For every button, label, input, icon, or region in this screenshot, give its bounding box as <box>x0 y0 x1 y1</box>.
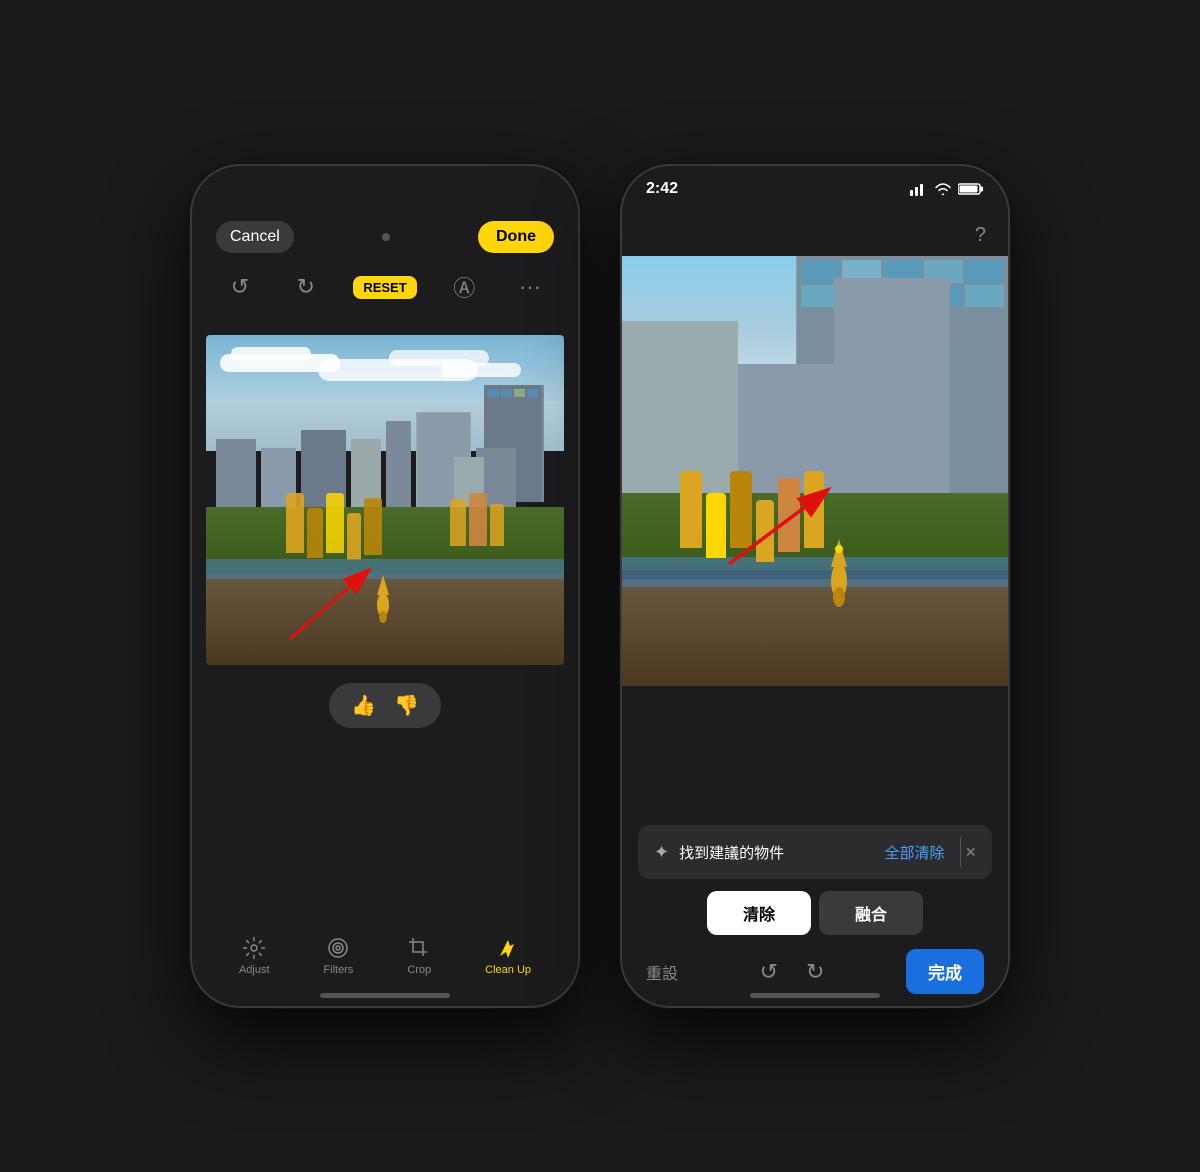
redo-icon[interactable]: ↻ <box>288 269 324 305</box>
phones-container: Cancel Done ↺ ↻ RESET Ⓐ ··· <box>190 164 1010 1008</box>
tool-filters[interactable]: Filters <box>323 936 353 976</box>
notch2 <box>752 166 878 200</box>
undo-icon[interactable]: ↺ <box>222 269 258 305</box>
phone1-header: Cancel Done <box>192 166 578 263</box>
clear-button[interactable]: 清除 <box>707 891 811 935</box>
building-left1 <box>216 439 256 512</box>
phone1-image-area <box>206 335 564 665</box>
tool-cleanup[interactable]: Clean Up <box>485 936 531 976</box>
bottom-actions-row: 重設 ↺ ↻ 完成 <box>638 949 992 994</box>
phone2-bottom-panel: ✦ 找到建議的物件 全部清除 × 清除 融合 重設 ↺ ↻ 完成 <box>622 813 1008 1006</box>
clear-all-button[interactable]: 全部清除 <box>884 842 944 863</box>
done-button[interactable]: Done <box>478 221 554 253</box>
wifi-icon <box>934 182 952 196</box>
reset-badge[interactable]: RESET <box>353 276 416 299</box>
tool-adjust[interactable]: Adjust <box>239 936 270 976</box>
phone2-statusbar: 2:42 <box>622 166 1008 206</box>
suggestion-bar: ✦ 找到建議的物件 全部清除 × <box>638 825 992 879</box>
side-btn-vol-up <box>190 356 192 416</box>
undo-button[interactable]: ↺ <box>760 959 778 985</box>
tool-crop[interactable]: Crop <box>407 936 431 976</box>
phone2-image-area <box>622 256 1008 686</box>
red-arrow-2 <box>699 459 879 579</box>
phone1-bottom-toolbar: Adjust Filters Crop Clean <box>192 936 578 976</box>
golden-trees <box>286 493 382 552</box>
thumbs-up-icon[interactable]: 👍 <box>351 693 376 718</box>
building-mid3 <box>386 421 411 512</box>
done-blue-button[interactable]: 完成 <box>906 949 984 994</box>
phone2-time: 2:42 <box>646 180 678 198</box>
more-icon[interactable]: ··· <box>512 269 548 305</box>
tool-filters-label: Filters <box>323 964 353 976</box>
cancel-button[interactable]: Cancel <box>216 221 294 253</box>
phone-1: Cancel Done ↺ ↻ RESET Ⓐ ··· <box>190 164 580 1008</box>
red-arrow-1 <box>260 549 420 649</box>
status-icons <box>910 182 984 196</box>
tool-crop-label: Crop <box>407 964 431 976</box>
thumbs-down-icon[interactable]: 👎 <box>394 693 419 718</box>
action-buttons-row: 清除 融合 <box>638 891 992 935</box>
city-image-2 <box>622 256 1008 686</box>
redo-button[interactable]: ↻ <box>806 959 824 985</box>
feedback-area: 👍 👎 <box>192 683 578 728</box>
phone1-toolbar: ↺ ↻ RESET Ⓐ ··· <box>192 263 578 315</box>
tool-adjust-label: Adjust <box>239 964 270 976</box>
undo-redo-group: ↺ ↻ <box>760 959 825 985</box>
help-icon[interactable]: ? <box>975 224 986 247</box>
suggestion-text: 找到建議的物件 <box>679 842 884 863</box>
signal-icon <box>910 182 928 196</box>
cloud5 <box>441 363 521 377</box>
cleanup-icon <box>496 936 520 960</box>
ground2 <box>622 579 1008 687</box>
sparkle-icon: ✦ <box>654 842 669 863</box>
auto-icon[interactable]: Ⓐ <box>446 269 482 305</box>
crop-icon <box>407 936 431 960</box>
cloud2 <box>231 347 311 361</box>
close-suggestion-button[interactable]: × <box>965 842 976 863</box>
side-btn-vol-down <box>190 431 192 491</box>
filters-icon <box>326 936 350 960</box>
home-indicator-1 <box>320 993 450 998</box>
home-indicator-2 <box>750 993 880 998</box>
phone2-side-btn-power <box>1008 366 1010 456</box>
feedback-buttons[interactable]: 👍 👎 <box>329 683 441 728</box>
city-image <box>206 335 564 665</box>
battery-icon <box>958 182 984 196</box>
reset-text-button[interactable]: 重設 <box>646 960 678 984</box>
tool-cleanup-label: Clean Up <box>485 964 531 976</box>
merge-button[interactable]: 融合 <box>819 891 923 935</box>
adjust-icon <box>242 936 266 960</box>
camera-notch <box>382 233 390 241</box>
side-btn-mute <box>190 306 192 338</box>
side-btn-power <box>578 366 580 456</box>
phone-2: 2:42 ? <box>620 164 1010 1008</box>
divider <box>960 837 961 867</box>
golden-trees-right <box>450 493 504 546</box>
